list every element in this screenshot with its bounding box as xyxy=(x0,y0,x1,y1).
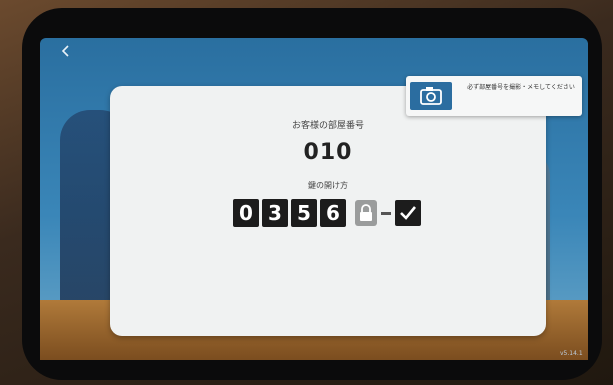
code-digit-3: 5 xyxy=(291,199,317,227)
chevron-left-icon xyxy=(61,45,69,57)
room-number-label: お客様の部屋番号 xyxy=(291,121,364,131)
connector-line xyxy=(381,211,391,215)
code-digit-2: 3 xyxy=(262,199,288,227)
camera-notice-banner[interactable]: 必ず部屋番号を撮影・メモしてください xyxy=(406,76,582,116)
check-icon xyxy=(395,200,421,226)
unlock-code: 0 3 5 6 xyxy=(233,198,421,228)
back-button[interactable] xyxy=(58,44,74,60)
camera-button[interactable] xyxy=(410,82,452,110)
camera-icon xyxy=(420,87,442,105)
banner-text: 必ず部屋番号を撮影・メモしてください xyxy=(467,84,575,91)
code-digit-4: 6 xyxy=(320,199,346,227)
lock-icon xyxy=(355,200,377,226)
version-label: v5.14.1 xyxy=(560,350,583,357)
unlock-method-label: 鍵の開け方 xyxy=(308,181,348,190)
room-number-value: 010 xyxy=(303,140,353,165)
code-digit-1: 0 xyxy=(233,199,259,227)
